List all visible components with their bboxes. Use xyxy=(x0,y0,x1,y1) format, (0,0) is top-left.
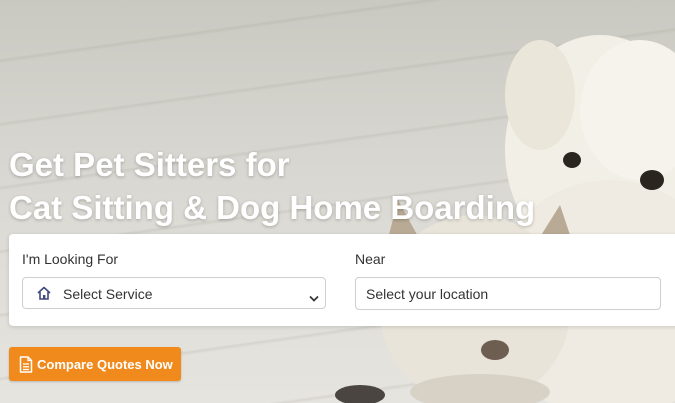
compare-quotes-label: Compare Quotes Now xyxy=(37,356,173,372)
location-input[interactable] xyxy=(355,277,661,310)
service-select[interactable]: Select Service xyxy=(22,277,326,309)
compare-quotes-button[interactable]: Compare Quotes Now xyxy=(9,347,181,381)
page-headline: Get Pet Sitters for Cat Sitting & Dog Ho… xyxy=(9,143,535,229)
hero-section: Get Pet Sitters for Cat Sitting & Dog Ho… xyxy=(0,0,675,403)
chevron-down-icon xyxy=(309,289,319,307)
service-field-label: I'm Looking For xyxy=(22,251,119,267)
document-icon xyxy=(19,355,33,373)
home-icon xyxy=(36,285,52,306)
location-field-label: Near xyxy=(355,251,386,267)
service-select-value: Select Service xyxy=(63,286,153,302)
headline-line-2: Cat Sitting & Dog Home Boarding xyxy=(9,189,536,226)
headline-line-1: Get Pet Sitters for xyxy=(9,146,290,183)
search-card: I'm Looking For Select Service Near xyxy=(9,234,675,326)
